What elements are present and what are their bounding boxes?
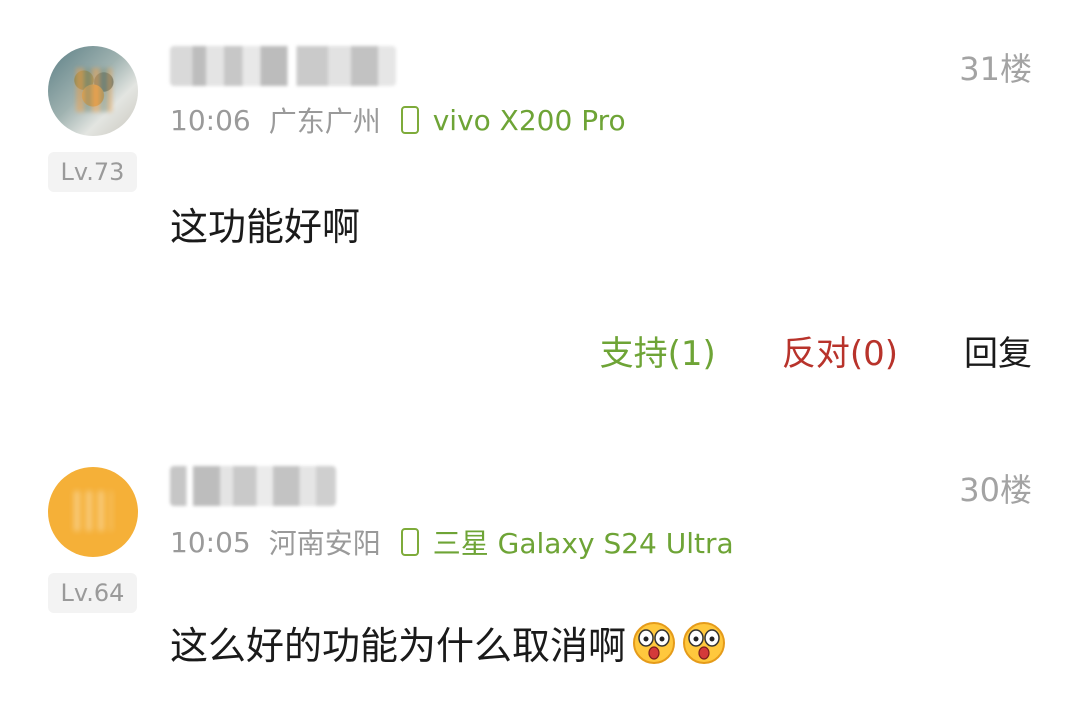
comment-text: 这么好的功能为什么取消啊 — [170, 624, 627, 668]
username-blurred[interactable] — [170, 466, 336, 506]
shocked-face-icon — [683, 621, 726, 664]
comment-meta: 10:05 河南安阳 三星 Galaxy S24 Ultra — [170, 522, 734, 562]
comment-time: 10:05 — [170, 525, 251, 559]
avatar[interactable] — [48, 467, 138, 557]
level-badge: Lv.64 — [48, 573, 137, 613]
floor-number: 30楼 — [959, 471, 1032, 509]
comment-item: Lv.64 30楼 10:05 河南安阳 三星 Galaxy S24 Ultra… — [0, 0, 1080, 716]
comment-location: 河南安阳 — [268, 527, 381, 560]
phone-icon — [400, 528, 419, 556]
shocked-face-icon — [633, 621, 676, 664]
comment-list-page: { "comments": [ { "floor": "31楼", "level… — [0, 0, 1080, 716]
comment-content: 这么好的功能为什么取消啊 — [170, 615, 726, 670]
device-name: 三星 Galaxy S24 Ultra — [432, 527, 734, 560]
